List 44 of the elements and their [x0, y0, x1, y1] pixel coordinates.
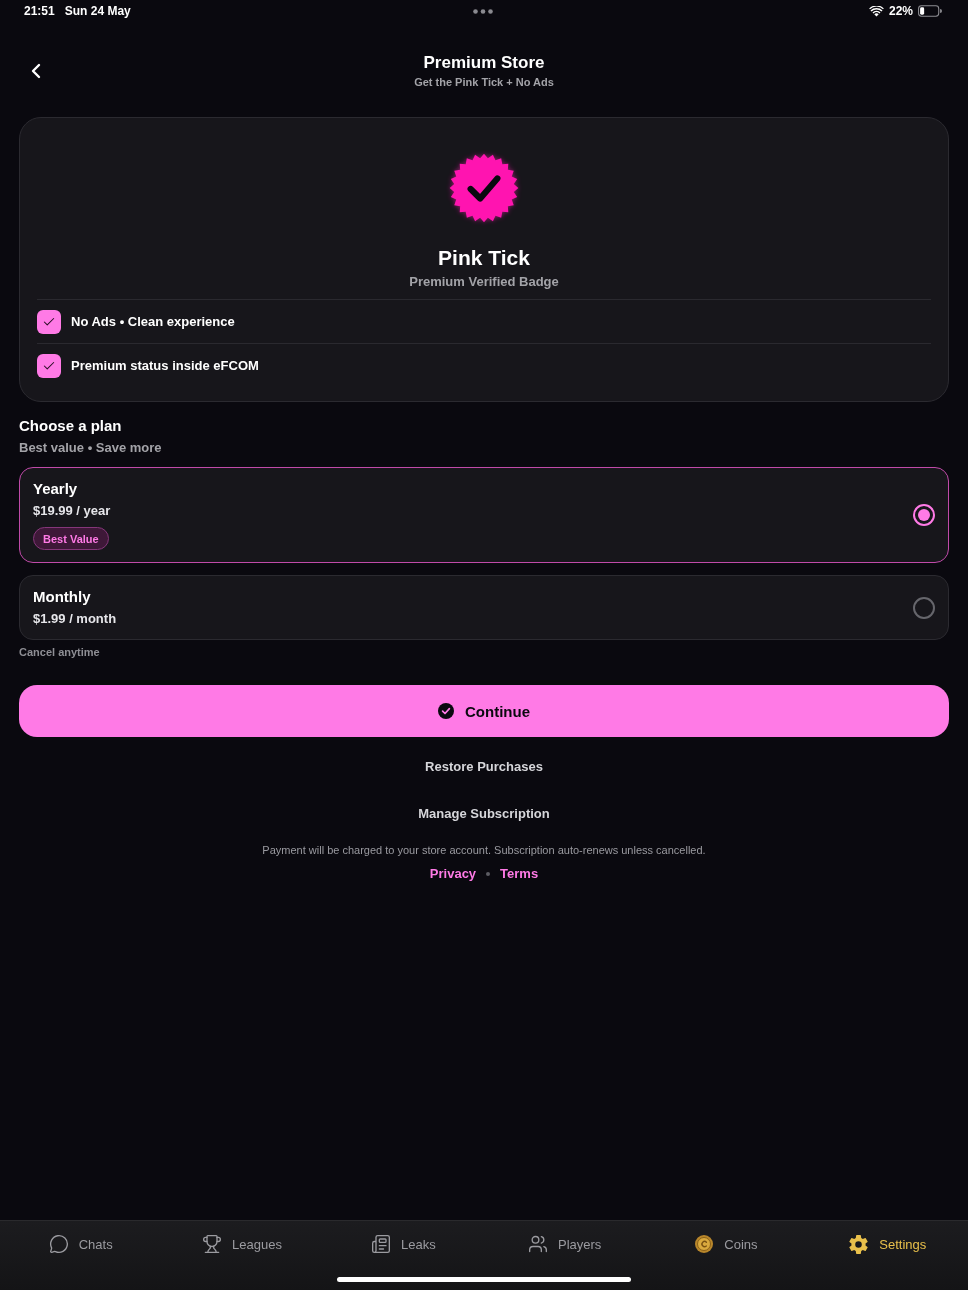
chat-bubble-icon — [48, 1234, 69, 1254]
battery-percentage: 22% — [888, 4, 913, 18]
people-icon — [527, 1234, 548, 1254]
status-time: 21:51 — [24, 4, 55, 18]
plan-name: Monthly — [33, 588, 91, 606]
plan-price: $1.99 / month — [33, 611, 117, 627]
check-circle-icon — [438, 703, 454, 719]
coin-icon — [694, 1234, 715, 1254]
continue-button[interactable]: Continue — [19, 685, 949, 737]
tab-bar-item[interactable]: Players — [527, 1232, 602, 1256]
plan-name: Yearly — [33, 480, 78, 498]
payment-disclaimer: Payment will be charged to your store account. Subscription auto-renews unless cancelled. — [262, 843, 706, 857]
feature-text: Premium status inside eFCOM — [71, 357, 259, 374]
section-subtitle: Best value • Save more — [19, 440, 163, 456]
tab-bar-item[interactable]: Leagues — [202, 1232, 282, 1256]
plan-price: $19.99 / year — [33, 503, 111, 519]
plan-option[interactable]: Yearly $19.99 / year Best Value — [19, 467, 949, 563]
tab-bar-item[interactable]: Settings — [848, 1232, 927, 1256]
radio-button[interactable] — [913, 504, 935, 526]
plan-note: Cancel anytime — [19, 645, 101, 659]
section-title: Choose a plan — [19, 417, 123, 435]
newspaper-icon — [370, 1234, 391, 1254]
product-subtitle: Premium Verified Badge — [409, 274, 559, 290]
radio-button[interactable] — [913, 596, 935, 619]
plan-tag: Best Value — [33, 527, 109, 550]
trophy-icon — [202, 1234, 223, 1254]
feature-text: No Ads • Clean experience — [71, 313, 235, 330]
product-title: Pink Tick — [438, 245, 530, 271]
battery-icon — [918, 5, 942, 17]
dots-icon[interactable] — [473, 8, 493, 14]
gear-icon — [848, 1233, 870, 1255]
legal-link[interactable]: Privacy — [429, 865, 477, 883]
tab-bar-item[interactable]: Leaks — [370, 1232, 436, 1256]
separator-dot-icon — [486, 872, 491, 876]
tab-bar-item[interactable]: Chats — [48, 1232, 113, 1256]
status-date: Sun 24 May — [64, 4, 131, 18]
plan-option[interactable]: Monthly $1.99 / month — [19, 575, 949, 640]
page-subtitle: Get the Pink Tick + No Ads — [414, 75, 554, 89]
restore-purchases-link[interactable]: Restore Purchases — [425, 758, 543, 776]
page-title: Premium Store — [423, 53, 545, 73]
tab-bar-item[interactable]: Coins — [694, 1232, 758, 1256]
manage-subscription-link[interactable]: Manage Subscription — [418, 805, 550, 823]
wifi-icon — [868, 5, 884, 17]
legal-link[interactable]: Terms — [500, 865, 539, 883]
